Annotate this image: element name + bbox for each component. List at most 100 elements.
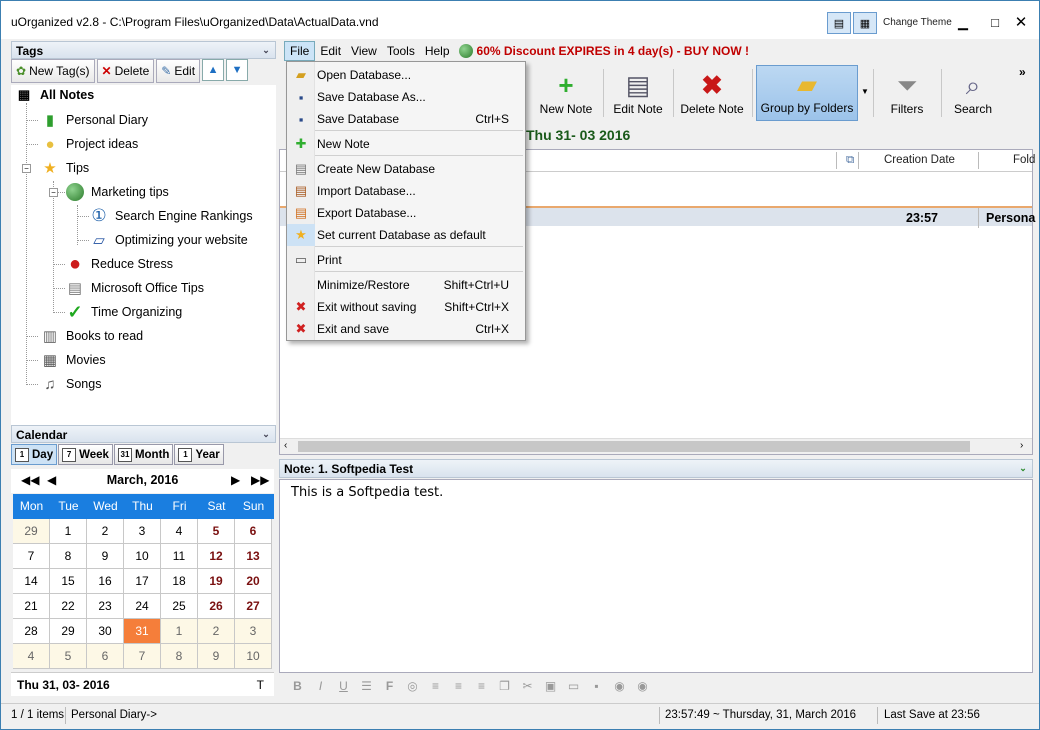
calendar-day[interactable]: 11 [161, 544, 198, 569]
calendar-day[interactable]: 6 [87, 644, 124, 669]
calendar-day[interactable]: 17 [124, 569, 161, 594]
calendar-day[interactable]: 10 [235, 644, 272, 669]
next-year-icon[interactable]: ▶▶ [251, 473, 269, 487]
calendar-day[interactable]: 8 [50, 544, 87, 569]
underline-icon[interactable]: U [335, 679, 352, 693]
tree-item-tips[interactable]: ★ Tips [39, 158, 89, 178]
toolbar-overflow-icon[interactable]: » [1019, 65, 1026, 79]
calendar-day[interactable]: 16 [87, 569, 124, 594]
today-button[interactable]: T [257, 678, 264, 692]
calendar-day[interactable]: 10 [124, 544, 161, 569]
align-left-icon[interactable]: ≡ [427, 679, 444, 693]
delete-note-button[interactable]: ✖ Delete Note [675, 65, 749, 121]
scroll-right-icon[interactable]: › [1020, 440, 1023, 451]
tree-item-office-tips[interactable]: ▤ Microsoft Office Tips [64, 278, 204, 298]
calendar-day[interactable]: 6 [235, 519, 272, 544]
calendar-day[interactable]: 23 [87, 594, 124, 619]
file-menu-item[interactable]: ★ Set current Database as default [287, 224, 525, 246]
file-menu-item[interactable]: ▤ Create New Database [287, 158, 525, 180]
tab-week[interactable]: 7 Week [58, 444, 113, 465]
calendar-day[interactable]: 7 [124, 644, 161, 669]
file-menu-item[interactable]: ✖ Exit without saving Shift+Ctrl+X [287, 296, 525, 318]
calendar-day[interactable]: 5 [198, 519, 235, 544]
theme-palette-icon[interactable]: ▤ [827, 12, 851, 34]
font-icon[interactable]: F [381, 679, 398, 693]
bullets-icon[interactable]: ☰ [358, 679, 375, 693]
calendar-day[interactable]: 2 [87, 519, 124, 544]
maximize-button[interactable]: □ [981, 13, 1009, 33]
calendar-day[interactable]: 4 [13, 644, 50, 669]
scroll-thumb[interactable] [298, 441, 970, 452]
tab-day[interactable]: 1 Day [11, 444, 58, 465]
tree-item-optimizing-website[interactable]: ▱ Optimizing your website [88, 230, 247, 250]
calendar-day[interactable]: 4 [161, 519, 198, 544]
edit-tag-button[interactable]: ✎ Edit [156, 59, 201, 83]
file-menu-item[interactable]: ▰ Open Database... [287, 64, 525, 86]
file-menu-item[interactable]: ✚ New Note [287, 133, 525, 155]
file-menu-item[interactable]: ▪ Save Database As... [287, 86, 525, 108]
calendar-day[interactable]: 3 [235, 619, 272, 644]
next-month-icon[interactable]: ▶ [231, 473, 240, 487]
tab-year[interactable]: 1 Year [174, 444, 224, 465]
redo-icon[interactable]: ◉ [634, 679, 651, 693]
tree-item-search-engine-rankings[interactable]: ① Search Engine Rankings [88, 206, 252, 226]
file-menu-item[interactable]: ▭ Print [287, 249, 525, 271]
new-note-button[interactable]: + New Note [531, 65, 601, 121]
calendar-day[interactable]: 9 [87, 544, 124, 569]
italic-icon[interactable]: I [312, 679, 329, 693]
calendar-day[interactable]: 22 [50, 594, 87, 619]
group-dropdown-arrow-icon[interactable]: ▼ [861, 87, 869, 96]
calendar-day[interactable]: 18 [161, 569, 198, 594]
collapse-chevron-icon[interactable]: ⌄ [1017, 462, 1029, 474]
paste-icon[interactable]: ▣ [542, 679, 559, 693]
calendar-day[interactable]: 1 [161, 619, 198, 644]
edit-note-button[interactable]: ▤ Edit Note [605, 65, 671, 121]
file-menu-item[interactable]: Minimize/Restore Shift+Ctrl+U [287, 274, 525, 296]
calendar-day[interactable]: 26 [198, 594, 235, 619]
tab-month[interactable]: 31 Month [113, 444, 174, 465]
menu-edit[interactable]: Edit [315, 42, 346, 60]
promo-link[interactable]: 60% Discount EXPIRES in 4 day(s) - BUY N… [458, 44, 749, 58]
attachment-column-icon[interactable]: ⧉ [846, 154, 854, 167]
calendar-day[interactable]: 13 [235, 544, 272, 569]
calendar-day[interactable]: 8 [161, 644, 198, 669]
move-down-button[interactable]: ▼ [226, 59, 249, 81]
calendar-day[interactable]: 20 [235, 569, 272, 594]
filters-button[interactable]: ⏷ Filters [879, 65, 935, 121]
column-folder[interactable]: Fold [1013, 154, 1035, 166]
file-menu-item[interactable]: ▤ Export Database... [287, 202, 525, 224]
tree-item-project-ideas[interactable]: ● Project ideas [39, 134, 138, 154]
note-editor[interactable]: This is a Softpedia test. [279, 479, 1033, 673]
align-right-icon[interactable]: ≡ [473, 679, 490, 693]
tree-item-movies[interactable]: ▦ Movies [39, 350, 106, 370]
file-menu-item[interactable]: ✖ Exit and save Ctrl+X [287, 318, 525, 340]
tree-item-personal-diary[interactable]: ▮ Personal Diary [39, 110, 148, 130]
horizontal-scrollbar[interactable]: ‹ › [280, 438, 1032, 454]
new-tag-button[interactable]: ✿ New Tag(s) [11, 59, 95, 83]
bold-icon[interactable]: B [289, 679, 306, 693]
group-by-folders-button[interactable]: ▰ Group by Folders [756, 65, 858, 121]
calendar-day[interactable]: 31 [124, 619, 161, 644]
menu-view[interactable]: View [346, 42, 382, 60]
file-menu-item[interactable]: ▤ Import Database... [287, 180, 525, 202]
calendar-day[interactable]: 29 [13, 519, 50, 544]
color-icon[interactable]: ◎ [404, 679, 421, 693]
delete-tag-button[interactable]: ✕ Delete [96, 59, 155, 83]
open-icon[interactable]: ▭ [565, 679, 582, 693]
change-theme-label[interactable]: Change Theme [883, 17, 952, 28]
calendar-day[interactable]: 21 [13, 594, 50, 619]
menu-file[interactable]: File [284, 41, 316, 61]
file-menu-item[interactable]: ▪ Save Database Ctrl+S [287, 108, 525, 130]
column-creation-date[interactable]: Creation Date [884, 154, 955, 166]
calendar-day[interactable]: 14 [13, 569, 50, 594]
save-icon[interactable]: ▪ [588, 679, 605, 693]
tree-item-marketing-tips[interactable]: Marketing tips [64, 182, 169, 202]
move-up-button[interactable]: ▲ [202, 59, 225, 81]
scroll-left-icon[interactable]: ‹ [284, 440, 287, 451]
tree-item-all-notes[interactable]: ▦ All Notes [13, 85, 94, 105]
search-button[interactable]: ⌕ Search [947, 65, 999, 121]
align-center-icon[interactable]: ≡ [450, 679, 467, 693]
cut-icon[interactable]: ✂ [519, 679, 536, 693]
undo-icon[interactable]: ◉ [611, 679, 628, 693]
tree-item-time-organizing[interactable]: ✓ Time Organizing [64, 302, 182, 322]
